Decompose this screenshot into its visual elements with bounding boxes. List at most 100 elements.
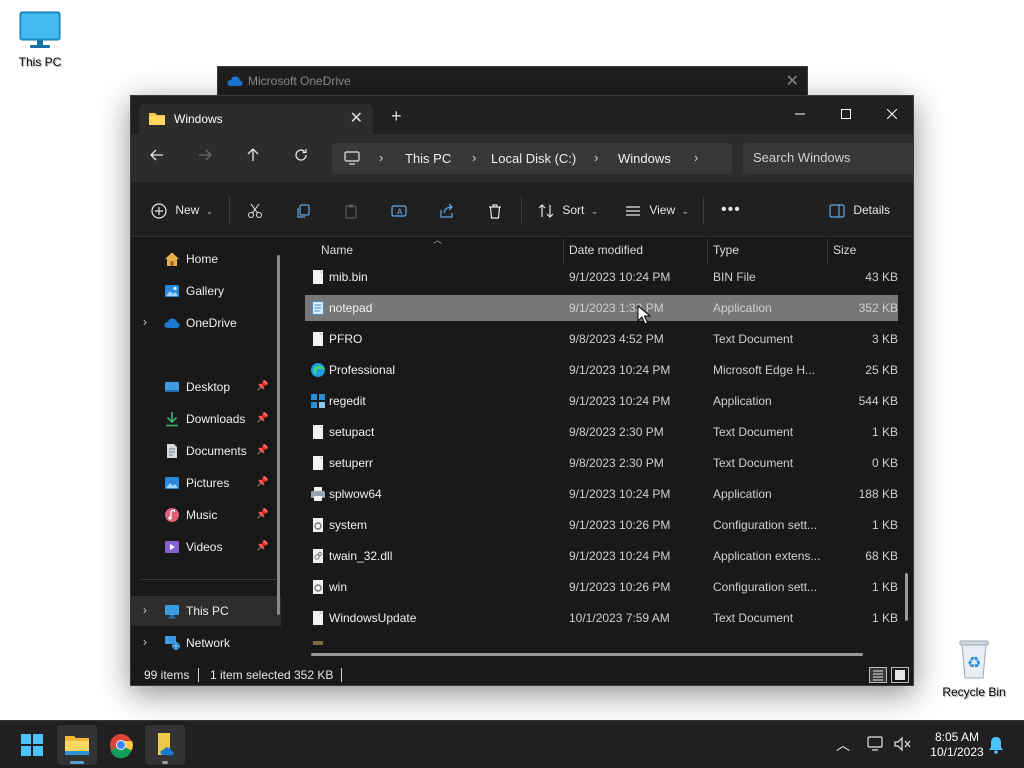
taskbar-file-explorer[interactable] (57, 725, 97, 765)
delete-button[interactable] (487, 199, 503, 221)
pin-icon[interactable]: 📌 (256, 509, 268, 520)
breadcrumb-windows[interactable]: Windows (618, 151, 671, 166)
taskbar-clock[interactable]: 8:05 AM 10/1/2023 (918, 730, 996, 760)
table-row[interactable]: WindowsUpdate 10/1/2023 7:59 AM Text Docum… (305, 605, 898, 631)
table-row[interactable]: notepad 9/1/2023 1:33 PM Application 352 KB (305, 295, 898, 321)
taskbar-chrome[interactable] (101, 725, 141, 765)
nav-item-documents[interactable]: Documents 📌 (131, 436, 281, 466)
search-box[interactable] (743, 143, 913, 174)
breadcrumb-this-pc[interactable]: This PC (405, 151, 451, 166)
taskbar-onedrive-setup[interactable] (145, 725, 185, 765)
onedrive-close-button[interactable]: ✕ (786, 71, 799, 91)
file-size: 1 KB (871, 518, 898, 532)
tab-windows[interactable]: Windows ✕ (139, 104, 373, 134)
table-row[interactable]: setupact 9/8/2023 2:30 PM Text Document 1 K… (305, 419, 898, 445)
running-indicator (162, 761, 168, 764)
file-date: 9/1/2023 10:24 PM (569, 394, 671, 408)
pin-icon[interactable]: 📌 (256, 477, 268, 488)
details-button[interactable]: Details (829, 199, 890, 221)
tab-close-button[interactable]: ✕ (350, 108, 363, 128)
table-row[interactable]: twain_32.dll 9/1/2023 10:24 PM Application… (305, 543, 898, 569)
rename-button[interactable]: A (391, 199, 407, 221)
network-status-icon[interactable] (866, 735, 886, 753)
nav-item-onedrive[interactable]: › OneDrive (131, 308, 281, 338)
arrow-left-icon (150, 149, 163, 161)
nav-item-pictures[interactable]: Pictures 📌 (131, 468, 281, 498)
details-view-toggle[interactable] (869, 667, 887, 683)
file-date: 9/1/2023 10:24 PM (569, 270, 671, 284)
table-row-partial[interactable] (305, 635, 898, 645)
nav-item-network[interactable]: › Network (131, 628, 281, 658)
horizontal-scrollbar[interactable] (311, 653, 863, 656)
column-separator[interactable] (707, 239, 708, 263)
table-row[interactable]: mib.bin 9/1/2023 10:24 PM BIN File 43 KB (305, 264, 898, 290)
back-button[interactable] (145, 146, 169, 170)
close-icon (886, 108, 898, 120)
column-separator[interactable] (563, 239, 564, 263)
start-button[interactable] (12, 725, 52, 765)
address-bar[interactable]: › This PC › Local Disk (C:) › Windows › (332, 143, 732, 174)
volume-muted-icon[interactable] (893, 736, 911, 752)
folder-icon (149, 113, 165, 125)
up-button[interactable] (241, 146, 265, 170)
notification-bell-icon[interactable] (988, 736, 1004, 754)
navigation-pane: Home Gallery › OneDrive Desktop 📌 Downlo… (131, 237, 283, 664)
vertical-scrollbar[interactable] (905, 573, 908, 621)
minimize-button[interactable] (777, 101, 823, 127)
expand-chevron-icon[interactable]: › (143, 635, 147, 649)
table-row[interactable]: PFRO 9/8/2023 4:52 PM Text Document 3 KB (305, 326, 898, 352)
table-row[interactable]: win 9/1/2023 10:26 PM Configuration sett..… (305, 574, 898, 600)
nav-item-desktop[interactable]: Desktop 📌 (131, 372, 281, 402)
column-size[interactable]: Size (833, 243, 856, 257)
forward-button[interactable] (193, 146, 217, 170)
pin-icon[interactable]: 📌 (256, 445, 268, 456)
nav-item-gallery[interactable]: Gallery (131, 276, 281, 306)
pin-icon[interactable]: 📌 (256, 541, 268, 552)
table-row[interactable]: setuperr 9/8/2023 2:30 PM Text Document 0 K… (305, 450, 898, 476)
view-button[interactable]: View ⌄ (625, 199, 689, 221)
chevron-right-icon: › (694, 150, 699, 165)
column-type[interactable]: Type (713, 243, 739, 257)
column-separator[interactable] (827, 239, 828, 263)
nav-label: OneDrive (186, 316, 237, 330)
nav-item-home[interactable]: Home (131, 244, 281, 274)
regedit-icon (311, 394, 325, 408)
nav-item-videos[interactable]: Videos 📌 (131, 532, 281, 562)
more-options-button[interactable]: ••• (721, 199, 741, 221)
close-button[interactable] (869, 101, 913, 127)
tiles-view-toggle[interactable] (891, 667, 909, 683)
new-button[interactable]: New ⌄ (151, 199, 213, 221)
nav-item-music[interactable]: Music 📌 (131, 500, 281, 530)
search-input[interactable] (753, 150, 908, 165)
file-icon (313, 332, 323, 346)
sort-button[interactable]: Sort ⌄ (538, 199, 598, 221)
refresh-button[interactable] (289, 146, 313, 170)
copy-button[interactable] (295, 199, 311, 221)
cut-button[interactable] (247, 199, 263, 221)
share-button[interactable] (439, 199, 455, 221)
tray-overflow-chevron-icon[interactable]: ︿ (836, 735, 850, 755)
nav-pane-scrollbar[interactable] (277, 255, 280, 615)
pin-icon[interactable]: 📌 (256, 413, 268, 424)
table-row[interactable]: Professional 9/1/2023 10:24 PM Microsoft E… (305, 357, 898, 383)
column-date-modified[interactable]: Date modified (569, 243, 643, 257)
nav-item-downloads[interactable]: Downloads 📌 (131, 404, 281, 434)
expand-chevron-icon[interactable]: › (143, 603, 147, 617)
gallery-icon (165, 285, 179, 297)
column-name[interactable]: Name (321, 243, 353, 257)
table-row[interactable]: system 9/1/2023 10:26 PM Configuration set… (305, 512, 898, 538)
desktop-this-pc-icon[interactable]: This PC (4, 10, 76, 69)
file-name: PFRO (329, 332, 363, 346)
breadcrumb-local-disk[interactable]: Local Disk (C:) (491, 151, 576, 166)
maximize-button[interactable] (823, 101, 869, 127)
new-tab-button[interactable]: + (391, 106, 402, 127)
desktop-recycle-bin-icon[interactable]: ♻ Recycle Bin (938, 638, 1010, 699)
paste-button[interactable] (343, 199, 359, 221)
nav-item-this-pc[interactable]: › This PC (131, 596, 281, 626)
file-size: 3 KB (871, 332, 898, 346)
maximize-icon (841, 109, 851, 119)
table-row[interactable]: splwow64 9/1/2023 10:24 PM Application 188 … (305, 481, 898, 507)
expand-chevron-icon[interactable]: › (143, 315, 147, 329)
table-row[interactable]: regedit 9/1/2023 10:24 PM Application 544 K… (305, 388, 898, 414)
pin-icon[interactable]: 📌 (256, 381, 268, 392)
